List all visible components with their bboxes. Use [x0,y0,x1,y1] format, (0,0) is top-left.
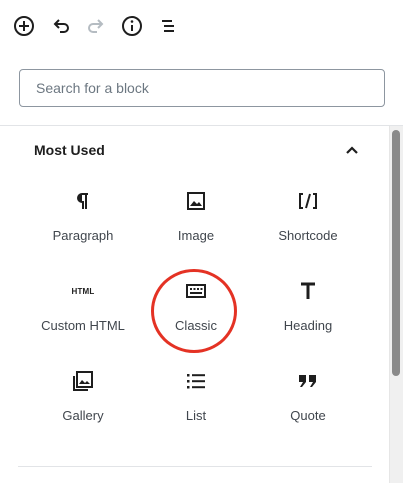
heading-icon [296,279,320,303]
info-icon[interactable] [120,14,144,38]
block-label: Image [177,228,215,243]
add-block-icon[interactable] [12,14,36,38]
block-label: Classic [175,318,217,333]
block-item-paragraph[interactable]: Paragraph [24,176,142,266]
most-used-panel-toggle[interactable]: Most Used [18,126,372,174]
html-icon: HTML [71,286,95,296]
block-label: Heading [283,318,333,333]
shortcode-icon [296,189,320,213]
undo-icon[interactable] [49,14,73,38]
keyboard-icon [184,279,208,303]
block-label: List [185,408,207,423]
panel-title: Most Used [34,142,105,158]
block-item-list[interactable]: List [137,356,255,446]
block-item-shortcode[interactable]: Shortcode [249,176,367,266]
block-item-custom-html[interactable]: HTML Custom HTML [24,266,142,356]
editor-toolbar [0,0,403,53]
block-search-input[interactable] [19,69,385,107]
gallery-icon [71,369,95,393]
block-item-gallery[interactable]: Gallery [24,356,142,446]
block-item-quote[interactable]: Quote [249,356,367,446]
redo-icon[interactable] [84,14,108,38]
block-label: Paragraph [52,228,114,243]
chevron-up-icon [340,138,364,162]
quote-icon [296,369,320,393]
block-label: Custom HTML [41,318,125,333]
block-navigation-icon[interactable] [156,14,180,38]
section-divider [18,466,372,467]
paragraph-icon [71,189,95,213]
block-label: Shortcode [278,228,338,243]
block-inserter-panel: Most Used Paragraph [0,52,403,483]
block-item-image[interactable]: Image [137,176,255,266]
block-label: Gallery [62,408,104,423]
block-item-classic[interactable]: Classic [137,266,255,356]
list-icon [184,369,208,393]
block-item-heading[interactable]: Heading [249,266,367,356]
scrollbar-thumb[interactable] [392,130,400,376]
block-label: Quote [290,408,326,423]
image-icon [184,189,208,213]
